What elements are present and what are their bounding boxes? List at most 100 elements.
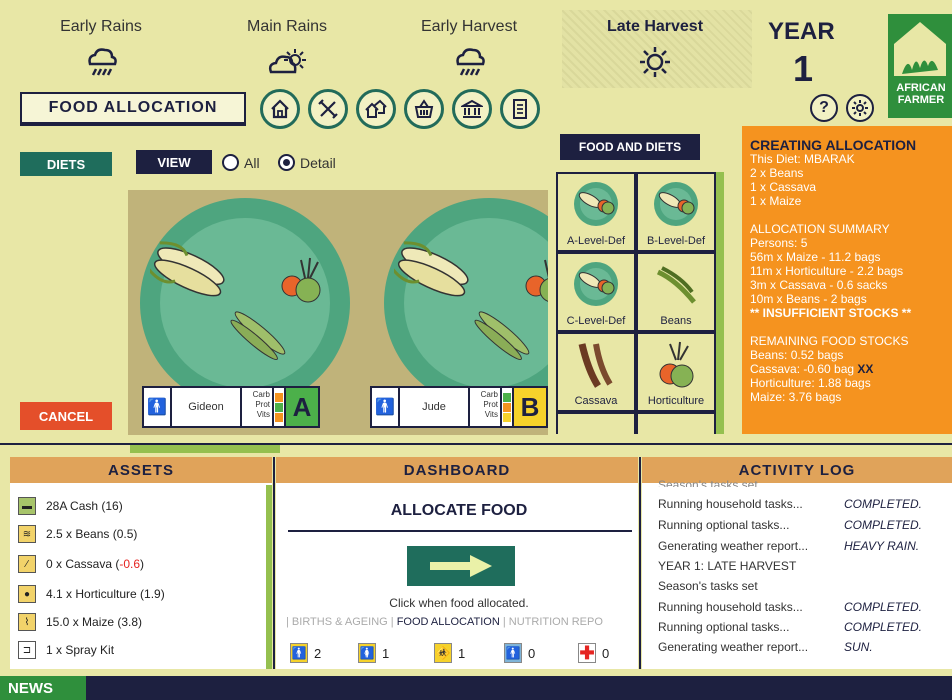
food-item-beans[interactable]: Beans bbox=[638, 254, 714, 330]
nutrient-label: Carb bbox=[480, 390, 498, 399]
help-button[interactable]: ? bbox=[810, 94, 838, 122]
food-item-c-level-def[interactable]: C-Level-Def bbox=[558, 254, 634, 330]
food-list-scrollbar[interactable] bbox=[716, 172, 724, 434]
remaining-cassava: Cassava: -0.60 bag XX bbox=[750, 362, 944, 376]
summary-item: 11m x Horticulture - 2.2 bags bbox=[750, 264, 904, 278]
assets-scrollbar[interactable] bbox=[266, 485, 272, 669]
food-item-horticulture[interactable]: Horticulture bbox=[638, 334, 714, 410]
diet-item: 2 x Beans bbox=[750, 166, 804, 180]
asset-row: ▬ 28A Cash (16) bbox=[18, 497, 123, 515]
summary-item: 10m x Beans - 2 bags bbox=[750, 292, 867, 306]
screen-title: FOOD ALLOCATION bbox=[20, 92, 246, 126]
female-figure-icon: 🚺 bbox=[358, 643, 376, 663]
food-item-b-level-def[interactable]: B-Level-Def bbox=[638, 174, 714, 250]
dashboard-step-links: | BIRTHS & AGEING | FOOD ALLOCATION | NU… bbox=[286, 616, 603, 628]
household-stat: 🚺 1 bbox=[358, 643, 389, 663]
arrow-right-icon bbox=[430, 555, 492, 577]
nav-market-button[interactable] bbox=[404, 89, 444, 129]
food-and-diets-title: FOOD AND DIETS bbox=[578, 140, 682, 154]
season-early-rains: Early Rains bbox=[26, 18, 176, 82]
diet-plate-icon bbox=[574, 262, 618, 306]
household-stat: 🚹 2 bbox=[290, 643, 321, 663]
season-main-rains: Main Rains bbox=[212, 18, 362, 82]
radio-button[interactable] bbox=[222, 154, 239, 171]
medical-cross-icon: ✚ bbox=[578, 642, 596, 663]
farm-tools-icon bbox=[318, 99, 338, 119]
stat-value: 1 bbox=[382, 645, 390, 661]
plate-gideon[interactable] bbox=[140, 198, 350, 408]
settings-button[interactable] bbox=[846, 94, 874, 122]
year-number: 1 bbox=[793, 48, 814, 89]
radio-label: Detail bbox=[300, 154, 336, 171]
logo-house-icon bbox=[894, 22, 946, 76]
summary-title: ALLOCATION SUMMARY bbox=[750, 222, 890, 236]
deficit-flag: XX bbox=[857, 362, 874, 376]
confirm-allocation-button[interactable] bbox=[407, 546, 515, 586]
child-figure-icon: 🚸 bbox=[434, 643, 452, 663]
food-item-more[interactable] bbox=[558, 414, 634, 434]
stat-value: 0 bbox=[602, 645, 610, 661]
male-figure-icon: 🚹 bbox=[290, 643, 308, 663]
nav-bank-button[interactable] bbox=[452, 89, 492, 129]
log-line: YEAR 1: LATE HARVEST bbox=[658, 559, 797, 573]
diets-button[interactable]: DIETS bbox=[20, 152, 112, 176]
nutrient-label: Vits bbox=[256, 410, 270, 419]
step-link[interactable]: NUTRITION REPO bbox=[509, 616, 603, 628]
season-label: Main Rains bbox=[246, 18, 328, 35]
view-option-all[interactable]: All bbox=[222, 154, 260, 171]
person-name: Jude bbox=[400, 386, 468, 428]
horticulture-icon bbox=[659, 341, 694, 388]
diets-button-label: DIETS bbox=[46, 156, 86, 172]
food-on-plate-icon bbox=[150, 241, 321, 361]
season-late-harvest: Late Harvest bbox=[580, 18, 730, 82]
person-figure-icon: 🚹 bbox=[370, 386, 400, 428]
log-line: Running optional tasks... COMPLETED. bbox=[658, 518, 923, 532]
asset-row: ● 4.1 x Horticulture (1.9) bbox=[18, 585, 165, 603]
asset-label: 1 x Spray Kit bbox=[46, 643, 115, 657]
log-line: Running household tasks... COMPLETED. bbox=[658, 600, 923, 614]
bank-icon bbox=[461, 99, 483, 118]
household-stat: 🚹 0 bbox=[504, 643, 535, 663]
home-icon bbox=[271, 99, 289, 119]
cash-icon: ▬ bbox=[18, 497, 36, 515]
dashboard-header: DASHBOARD bbox=[276, 457, 638, 483]
asset-label: 0 x Cassava (-0.6) bbox=[46, 557, 145, 571]
nav-report-button[interactable] bbox=[500, 89, 540, 129]
view-button-label: VIEW bbox=[157, 154, 191, 170]
food-item-label: Horticulture bbox=[647, 395, 705, 407]
food-item-cassava[interactable]: Cassava bbox=[558, 334, 634, 410]
diet-item: 1 x Cassava bbox=[750, 180, 817, 194]
view-button[interactable]: VIEW bbox=[136, 150, 212, 174]
stat-value: 0 bbox=[528, 645, 536, 661]
log-line: Generating weather report... SUN. bbox=[658, 640, 873, 654]
step-link[interactable]: BIRTHS & AGEING bbox=[292, 616, 388, 628]
diet-plate-icon bbox=[654, 182, 698, 226]
nav-home-button[interactable] bbox=[260, 89, 300, 129]
plate-jude[interactable] bbox=[384, 198, 548, 408]
cancel-button[interactable]: CANCEL bbox=[20, 402, 112, 430]
food-item-label: B-Level-Def bbox=[646, 235, 706, 247]
nav-farm-button[interactable] bbox=[308, 89, 348, 129]
step-link-current[interactable]: FOOD ALLOCATION bbox=[397, 616, 500, 628]
nutrient-label: Prot bbox=[255, 400, 270, 409]
remaining-horticulture: Horticulture: 1.88 bags bbox=[750, 376, 871, 390]
remaining-beans: Beans: 0.52 bags bbox=[750, 348, 844, 362]
screen-title-text: FOOD ALLOCATION bbox=[48, 99, 218, 116]
tray-scroll-bar[interactable] bbox=[130, 445, 280, 453]
remaining-maize: Maize: 3.76 bags bbox=[750, 390, 842, 404]
view-option-detail[interactable]: Detail bbox=[278, 154, 336, 171]
season-label: Early Rains bbox=[60, 18, 142, 35]
panel-divider bbox=[639, 457, 641, 669]
assets-title: ASSETS bbox=[107, 461, 174, 479]
food-item-more[interactable] bbox=[638, 414, 714, 434]
nav-village-button[interactable] bbox=[356, 89, 396, 129]
nutrient-level-squares bbox=[274, 386, 284, 428]
asset-label: 28A Cash (16) bbox=[46, 499, 123, 513]
news-label: NEWS bbox=[0, 676, 86, 700]
diet-item: 1 x Maize bbox=[750, 194, 802, 208]
person-figure-icon: 🚹 bbox=[142, 386, 172, 428]
food-item-a-level-def[interactable]: A-Level-Def bbox=[558, 174, 634, 250]
radio-button[interactable] bbox=[278, 154, 295, 171]
spray-kit-icon: ⊐ bbox=[18, 641, 36, 659]
stat-value: 2 bbox=[314, 645, 322, 661]
